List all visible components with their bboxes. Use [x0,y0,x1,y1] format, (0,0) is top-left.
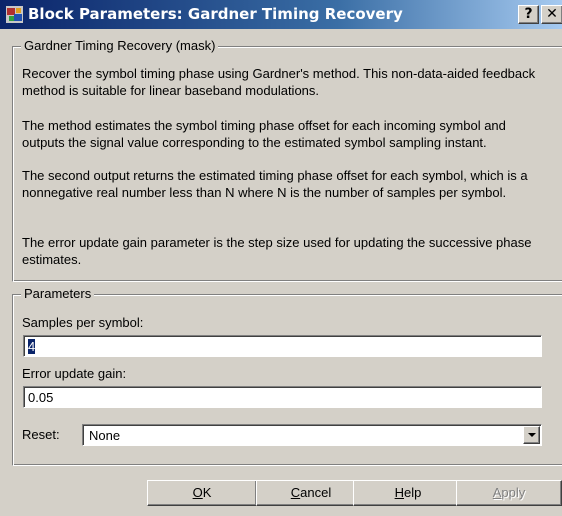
help-label: elp [404,485,422,500]
reset-select-value: None [89,428,121,443]
mask-group-title: Gardner Timing Recovery (mask) [21,38,219,53]
dropdown-button[interactable] [523,426,540,444]
apply-button[interactable]: Apply [456,480,562,506]
block-parameters-dialog: Block Parameters: Gardner Timing Recover… [0,0,562,516]
reset-label: Reset: [22,427,60,442]
window-title: Block Parameters: Gardner Timing Recover… [28,5,403,23]
samples-per-symbol-input[interactable]: 4 [23,335,542,357]
description-paragraph: Recover the symbol timing phase using Ga… [22,66,536,98]
ok-button[interactable]: OK [147,480,257,506]
error-update-gain-value: 0.05 [28,390,54,405]
parameters-group-title: Parameters [21,286,95,301]
title-bar[interactable]: Block Parameters: Gardner Timing Recover… [0,0,562,29]
description-paragraph: The error update gain parameter is the s… [22,235,532,267]
error-update-gain-label: Error update gain: [22,366,127,381]
ok-mnemonic: O [192,485,203,500]
help-button[interactable]: Help [353,480,463,506]
close-button[interactable]: ✕ [541,5,562,24]
description-paragraph: The second output returns the estimated … [22,168,528,200]
simulink-block-icon [6,6,23,23]
help-title-button[interactable]: ? [518,5,539,24]
cancel-mnemonic: C [290,485,301,500]
help-mnemonic: H [394,485,405,500]
description-paragraph: The method estimates the symbol timing p… [22,118,506,150]
samples-per-symbol-label: Samples per symbol: [22,315,144,330]
chevron-down-icon [528,433,536,437]
question-icon: ? [524,6,533,22]
reset-select[interactable]: None [82,424,542,446]
cancel-label: ancel [300,485,332,500]
close-icon: ✕ [546,6,558,22]
cancel-button[interactable]: Cancel [256,480,366,506]
error-update-gain-input[interactable]: 0.05 [23,386,542,408]
ok-label: K [202,485,212,500]
samples-per-symbol-value: 4 [28,339,36,354]
apply-label: pply [501,485,526,500]
